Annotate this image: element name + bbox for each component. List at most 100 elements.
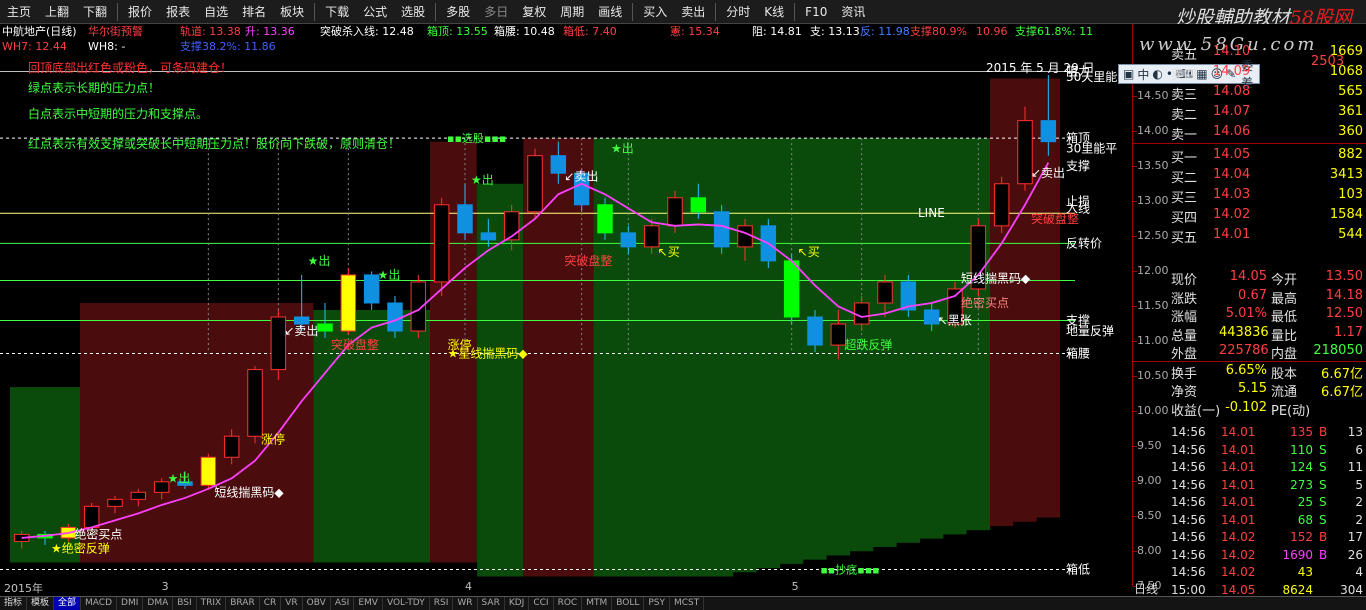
toolbar-button-9[interactable]: 公式: [356, 0, 394, 24]
bottom-step: [243, 562, 268, 580]
indicator-tab-10[interactable]: VR: [281, 597, 303, 610]
ob-level: 卖四: [1171, 68, 1198, 83]
toolbar-button-15[interactable]: 画线: [591, 0, 629, 24]
window-icon[interactable]: ▣: [1123, 67, 1134, 81]
half-moon-icon[interactable]: ◐: [1152, 67, 1162, 81]
indicator-tab-15[interactable]: RSI: [430, 597, 454, 610]
toolbar-button-11[interactable]: 多股: [439, 0, 477, 24]
indicator-tab-13[interactable]: EMV: [354, 597, 383, 610]
indicator-tab-22[interactable]: BOLL: [612, 597, 645, 610]
indicator-tab-24[interactable]: MCST: [670, 597, 705, 610]
kline-chart[interactable]: 阻力 箱顶 LINE 反转价 支撑 箱腰 箱低 30天里能 30里能平 支撑 止损 入线 地量反弹 ★绝密…: [0, 54, 1132, 580]
toolbar-button-16[interactable]: 买入: [636, 0, 674, 24]
indicator-tab-7[interactable]: TRIX: [197, 597, 227, 610]
indicator-tab-16[interactable]: WR: [453, 597, 478, 610]
toolbar-separator: [794, 2, 796, 21]
toolbar-separator: [117, 2, 119, 21]
indicator-tab-17[interactable]: SAR: [478, 597, 505, 610]
orderbook-row: 买一 14.05 882: [1171, 145, 1366, 166]
indicator-tab-4[interactable]: DMI: [117, 597, 144, 610]
indicator-tab-5[interactable]: DMA: [143, 597, 174, 610]
indicator-tab-9[interactable]: CR: [260, 597, 282, 610]
indicator-tab-12[interactable]: ASI: [331, 597, 355, 610]
divider: [1133, 143, 1366, 144]
tick-count: 2: [1355, 495, 1363, 509]
toolbar-button-21[interactable]: 资讯: [834, 0, 872, 24]
candle-body: [83, 505, 100, 528]
toolbar-button-8[interactable]: 下载: [318, 0, 356, 24]
indicator-tab-6[interactable]: BSI: [173, 597, 197, 610]
quote-label: 现价: [1171, 273, 1198, 288]
orderbook-row: 卖五 14.10 1669: [1171, 42, 1366, 63]
bottom-step: [990, 525, 1014, 580]
ob-volume: 3413: [1329, 167, 1363, 182]
tick-row: 14:56 14.01 68 S 2: [1171, 512, 1366, 530]
axis-label: 8.00: [1137, 544, 1162, 558]
toolbar-button-14[interactable]: 周期: [553, 0, 591, 24]
toolbar-button-17[interactable]: 卖出: [674, 0, 712, 24]
orderbook-row: 卖一 14.06 360: [1171, 122, 1366, 143]
tick-price: 14.01: [1221, 442, 1256, 457]
ob-volume: 565: [1338, 84, 1363, 99]
toolbar-button-18[interactable]: 分时: [719, 0, 757, 24]
indicator-tab-8[interactable]: BRAR: [226, 597, 260, 610]
tick-side: S: [1319, 512, 1327, 527]
signal-annotation: ★出: [168, 471, 191, 485]
tick-count: 5: [1355, 477, 1363, 492]
bottom-step: [103, 562, 128, 580]
tick-price: 14.01: [1221, 512, 1256, 527]
bottom-step: [290, 562, 314, 580]
indicator-tab-0[interactable]: 指标: [0, 597, 28, 610]
tick-count: 13: [1347, 425, 1363, 439]
toolbar-button-12[interactable]: 多日: [477, 0, 515, 24]
toolbar-button-1[interactable]: 上翻: [38, 0, 76, 24]
toolbar-button-3[interactable]: 报价: [121, 0, 159, 24]
readout-value: 箱低: 7.40: [563, 25, 617, 38]
quote-value: 5.15: [1238, 381, 1267, 396]
chart-date: 2015 年 5 月 29 日: [986, 61, 1095, 75]
toolbar-button-2[interactable]: 下翻: [76, 0, 114, 24]
indicator-tab-11[interactable]: OBV: [303, 597, 331, 610]
indicator-tab-1[interactable]: 模板: [27, 597, 55, 610]
toolbar-button-20[interactable]: F10: [798, 0, 834, 24]
readout-value: 轨道: 13.38: [180, 25, 241, 38]
indicator-tab-19[interactable]: CCI: [529, 597, 554, 610]
indicator-tab-2[interactable]: 全部: [54, 597, 82, 610]
candle-body: [527, 155, 543, 213]
chart-note: 白点表示中短期的压力和支撑点。: [28, 106, 208, 121]
tick-side: B: [1319, 425, 1328, 439]
indicator-tab-21[interactable]: MTM: [582, 597, 613, 610]
period-label[interactable]: 日线: [1134, 580, 1158, 597]
axis-label: 14.00: [1137, 123, 1169, 137]
readout-value: 阻: 14.81: [752, 25, 802, 38]
ob-volume: 1669: [1329, 44, 1363, 59]
toolbar-button-13[interactable]: 复权: [515, 0, 553, 24]
candle-body: [807, 316, 823, 346]
tick-volume: 68: [1297, 512, 1313, 527]
tick-time: 14:56: [1171, 477, 1206, 492]
indicator-tab-23[interactable]: PSY: [644, 597, 670, 610]
ob-volume: 882: [1338, 147, 1363, 162]
quote-value: 14.05: [1229, 269, 1267, 284]
ob-level: 卖一: [1171, 128, 1198, 143]
tick-list: 14:56 14.01 135 B 13 14:56 14.01 110 S 6 14:56 14.0…: [1171, 424, 1366, 599]
quote-row: 换手 6.65% 股本 6.67亿: [1171, 362, 1366, 382]
ob-volume: 361: [1338, 104, 1363, 119]
quote-row: 现价 14.05 今开 13.50: [1171, 268, 1366, 288]
indicator-tab-18[interactable]: KDJ: [505, 597, 530, 610]
toolbar-button-5[interactable]: 自选: [197, 0, 235, 24]
mini-toolbar-label[interactable]: 中: [1137, 66, 1149, 83]
quote-label: 内盘: [1271, 347, 1298, 362]
candle-body: [993, 183, 1010, 227]
indicator-tab-20[interactable]: ROC: [554, 597, 583, 610]
indicator-tab-14[interactable]: VOL-TDY: [383, 597, 430, 610]
indicator-tab-3[interactable]: MACD: [81, 597, 118, 610]
toolbar-button-4[interactable]: 报表: [159, 0, 197, 24]
toolbar-button-6[interactable]: 排名: [235, 0, 273, 24]
candle-body: [130, 491, 147, 500]
toolbar-button-0[interactable]: 主页: [0, 0, 38, 24]
toolbar-button-10[interactable]: 选股: [394, 0, 432, 24]
toolbar-separator: [632, 2, 634, 21]
toolbar-button-7[interactable]: 板块: [273, 0, 311, 24]
toolbar-button-19[interactable]: K线: [757, 0, 791, 24]
